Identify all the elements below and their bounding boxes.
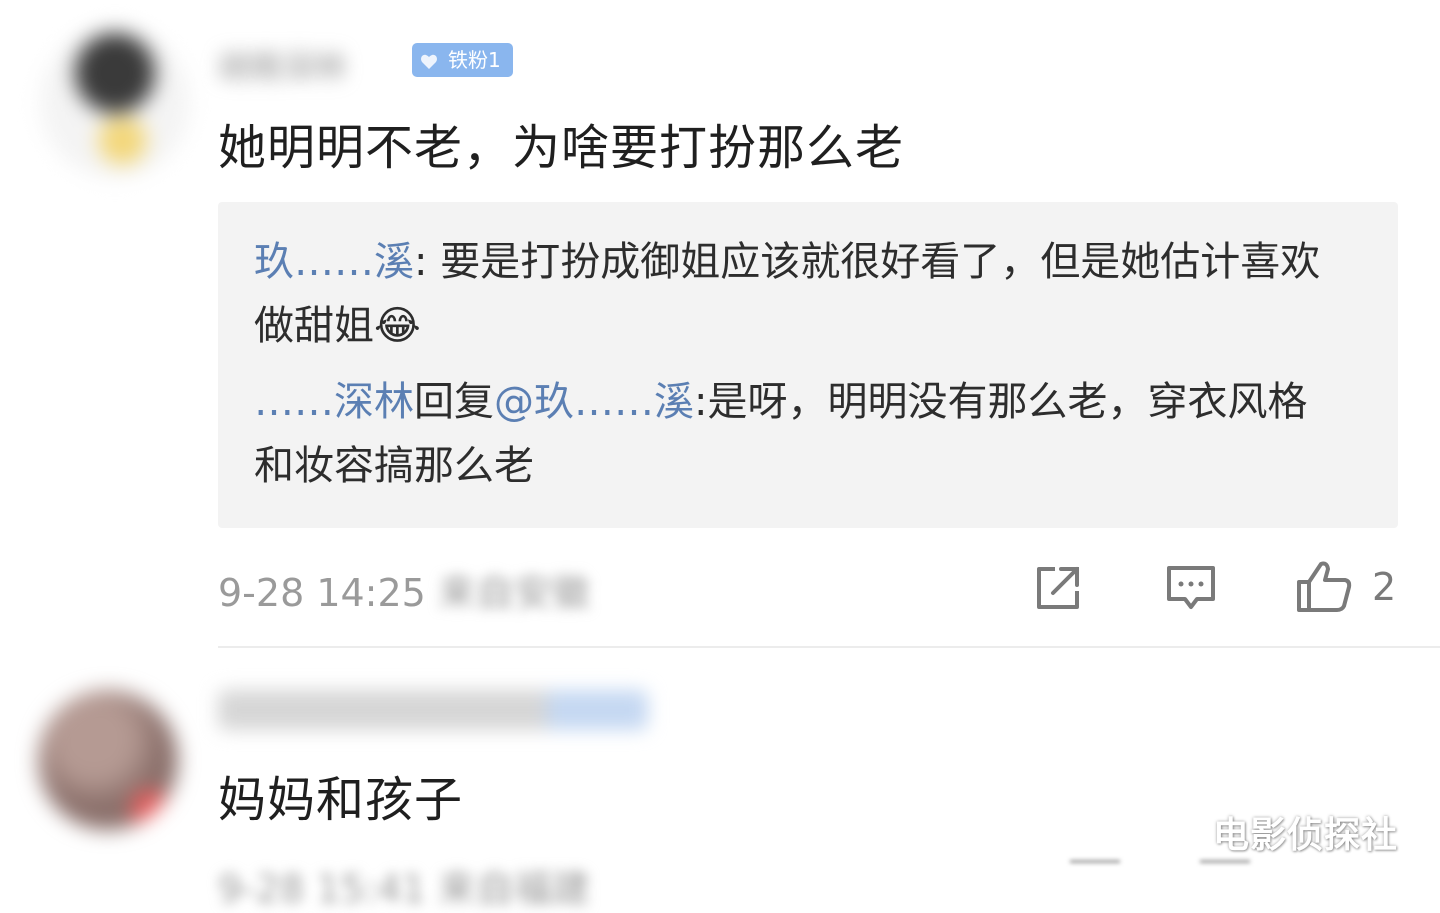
fan-badge: 铁粉1	[412, 43, 513, 77]
comment-author[interactable]	[218, 690, 648, 730]
comment-author[interactable]: 胡南深林	[218, 42, 346, 88]
avatar[interactable]	[38, 690, 178, 830]
reply-username[interactable]: ……深林	[254, 379, 414, 425]
comment-meta: 9-28 14:25 来自安徽	[218, 562, 590, 617]
comment-time: 9-28 14:25	[218, 571, 426, 615]
reply-separator: :	[414, 239, 441, 285]
like-count: 2	[1372, 565, 1397, 609]
reply-username[interactable]: 玖……溪	[254, 239, 414, 285]
like-icon[interactable]	[1295, 560, 1353, 614]
reply-word: 回复	[414, 379, 494, 425]
comment-location: 来自安徽	[437, 571, 590, 615]
replies-panel[interactable]: 玖……溪: 要是打扮成御姐应该就很好看了，但是她估计喜欢做甜姐😂 ……深林回复@…	[218, 202, 1398, 528]
fan-badge-label: 铁粉1	[448, 48, 501, 72]
reply-separator: :	[694, 379, 708, 425]
comment-time: 9-28 15:41	[218, 867, 426, 911]
share-icon[interactable]	[1070, 860, 1120, 883]
comment-icon[interactable]	[1200, 860, 1250, 883]
comment-text: 妈妈和孩子	[218, 772, 464, 828]
reply-item[interactable]: ……深林回复@玖……溪:是呀，明明没有那么老，穿衣风格和妆容搞那么老	[254, 370, 1334, 498]
comment-icon[interactable]	[1165, 563, 1217, 613]
reply-item[interactable]: 玖……溪: 要是打扮成御姐应该就很好看了，但是她估计喜欢做甜姐😂	[254, 230, 1334, 358]
comment-text: 她明明不老，为啥要打扮那么老	[218, 120, 905, 176]
comment-location: 来自福建	[437, 867, 590, 911]
share-icon[interactable]	[1033, 563, 1083, 613]
avatar[interactable]	[40, 28, 190, 178]
heart-shield-icon	[421, 54, 437, 69]
comment-meta: 9-28 15:41 来自福建	[218, 858, 590, 913]
divider	[218, 646, 1440, 648]
watermark: 电影侦探社	[1213, 815, 1399, 856]
reply-mention[interactable]: @玖……溪	[494, 379, 694, 425]
